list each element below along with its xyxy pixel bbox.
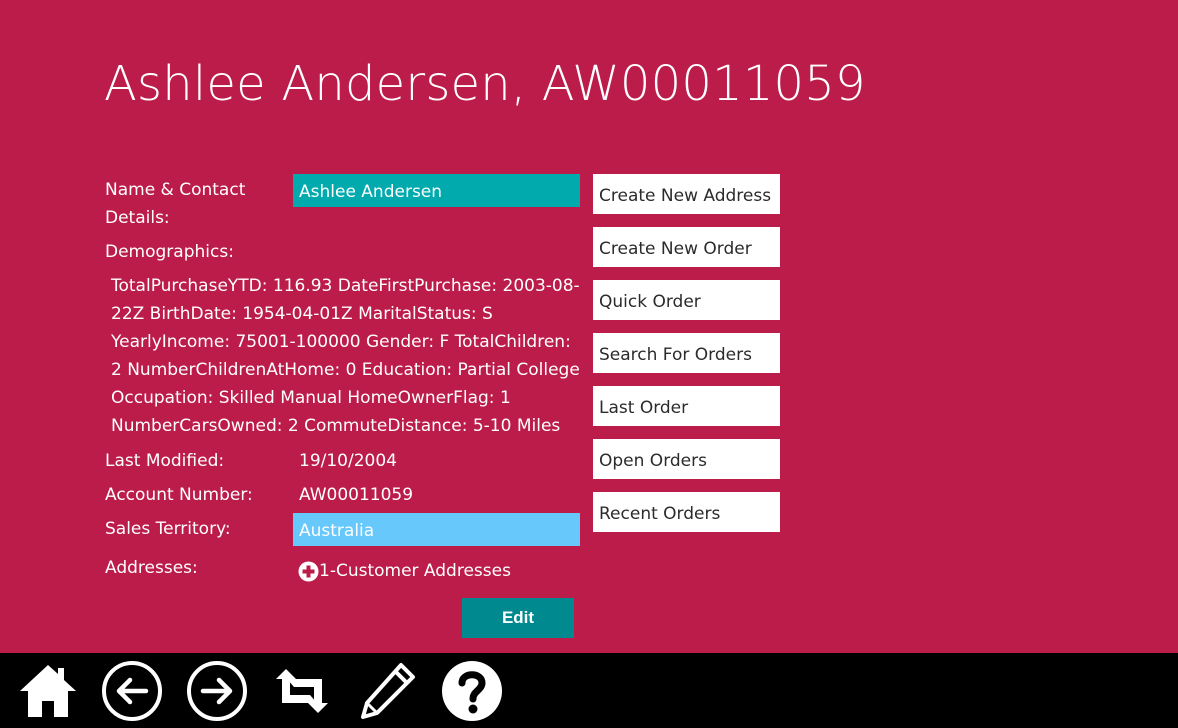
customer-addresses-label: 1-Customer Addresses — [319, 561, 511, 581]
customer-detail-page: Ashlee Andersen, AW00011059 Name & Conta… — [0, 0, 1178, 728]
name-contact-label: Name & Contact Details: — [105, 180, 246, 228]
sales-territory-label: Sales Territory: — [105, 519, 231, 539]
last-order-button[interactable]: Last Order — [593, 386, 780, 426]
page-title: Ashlee Andersen, AW00011059 — [104, 56, 866, 112]
demographics-text: TotalPurchaseYTD: 116.93 DateFirstPurcha… — [111, 276, 580, 436]
open-orders-button[interactable]: Open Orders — [593, 439, 780, 479]
sales-territory-field[interactable]: Australia — [293, 513, 580, 546]
plus-circle-icon — [298, 561, 319, 582]
customer-addresses-link[interactable]: 1-Customer Addresses — [298, 557, 511, 585]
edit-pencil-icon[interactable] — [355, 659, 419, 723]
bottom-app-bar — [0, 653, 1178, 728]
recent-orders-button[interactable]: Recent Orders — [593, 492, 780, 532]
last-modified-label: Last Modified: — [105, 451, 225, 471]
search-for-orders-button[interactable]: Search For Orders — [593, 333, 780, 373]
addresses-label: Addresses: — [105, 558, 198, 578]
demographics-label: Demographics: — [105, 242, 234, 262]
name-contact-field[interactable]: Ashlee Andersen — [293, 174, 580, 207]
back-arrow-icon[interactable] — [100, 659, 164, 723]
refresh-icon[interactable] — [270, 659, 334, 723]
forward-arrow-icon[interactable] — [185, 659, 249, 723]
create-new-order-button[interactable]: Create New Order — [593, 227, 780, 267]
help-icon[interactable] — [440, 659, 504, 723]
quick-order-button[interactable]: Quick Order — [593, 280, 780, 320]
account-number-value: AW00011059 — [299, 485, 414, 505]
edit-button[interactable]: Edit — [462, 598, 574, 638]
create-new-address-button[interactable]: Create New Address — [593, 174, 780, 214]
home-icon[interactable] — [16, 659, 80, 723]
account-number-label: Account Number: — [105, 485, 253, 505]
last-modified-value: 19/10/2004 — [299, 451, 397, 471]
